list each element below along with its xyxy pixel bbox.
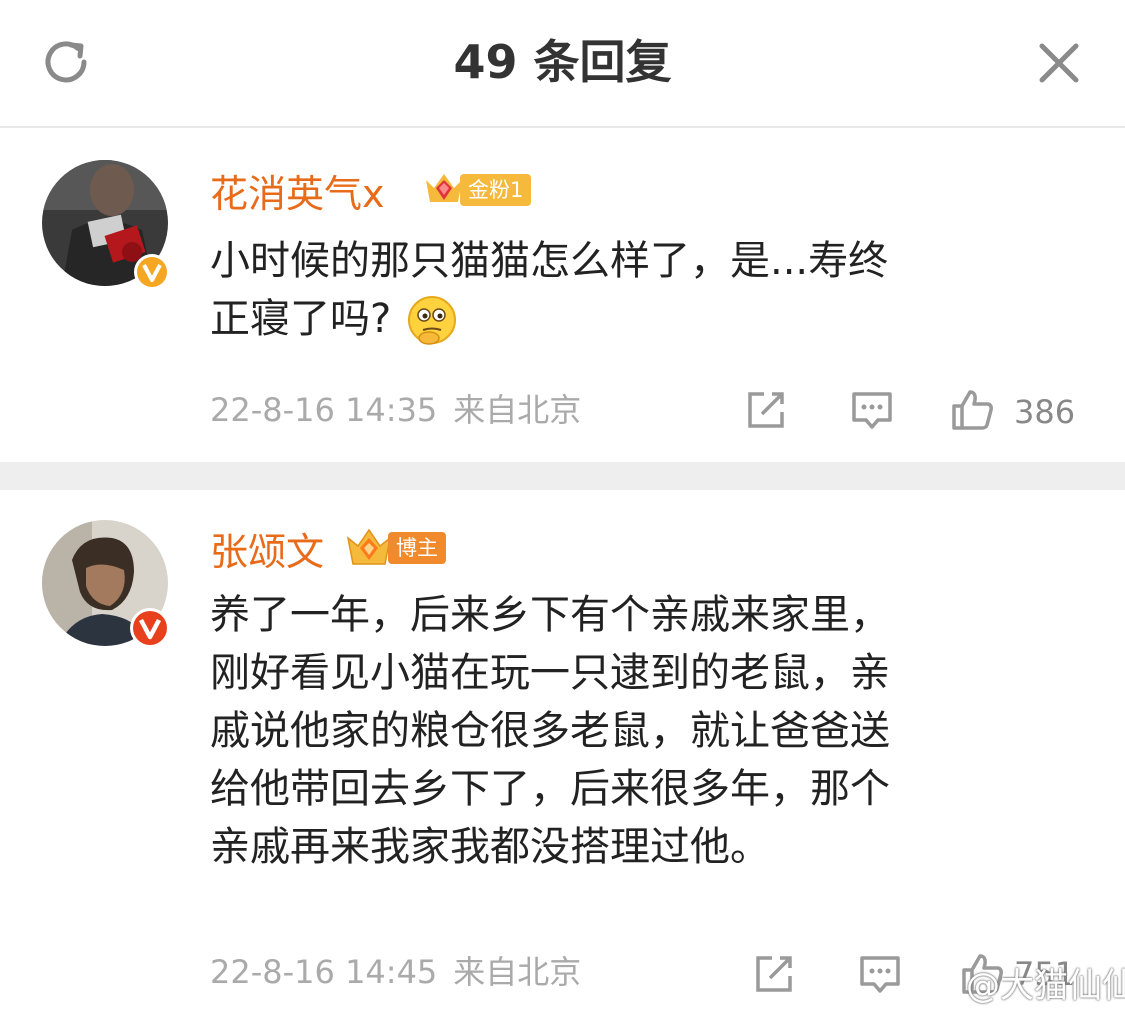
comment-line-with-emoji: 正寝了吗?: [210, 290, 1050, 348]
close-icon[interactable]: [1036, 40, 1082, 86]
reply-header: 49 条回复: [0, 0, 1125, 128]
verified-v-icon: [134, 254, 170, 290]
forward-icon[interactable]: [752, 952, 796, 996]
location: 来自北京: [453, 953, 582, 991]
comment-line: 刚好看见小猫在玩一只逮到的老鼠，亲: [210, 650, 890, 696]
comment-text: 养了一年，后来乡下有个亲戚来家里， 刚好看见小猫在玩一只逮到的老鼠，亲 戚说他家…: [210, 586, 1050, 876]
comment-icon[interactable]: [850, 388, 894, 432]
thinking-emoji-icon: [408, 296, 457, 345]
comment-line: 养了一年，后来乡下有个亲戚来家里，: [210, 592, 890, 638]
badge-label: 博主: [388, 532, 446, 564]
timestamp: 22-8-16 14:35: [210, 391, 438, 429]
comment-icon[interactable]: [858, 952, 902, 996]
comment-meta: 22-8-16 14:45 来自北京: [210, 952, 581, 992]
verified-v-icon: [130, 608, 170, 648]
crown-diamond-icon: [346, 528, 392, 565]
comment-line: 正寝了吗?: [210, 296, 392, 342]
like-count: 386: [1014, 393, 1076, 431]
weibo-logo-icon: [923, 975, 961, 1002]
comment-item: 花消英气x 金粉1 小时候的那只猫猫怎么样了，是...寿终 正寝了吗? 22-8…: [0, 128, 1125, 462]
forward-icon[interactable]: [744, 388, 788, 432]
watermark-text: @大猫仙仙: [966, 966, 1125, 1006]
comment-line: 戚说他家的粮仓很多老鼠，就让爸爸送: [210, 708, 890, 754]
page-title: 49 条回复: [453, 35, 672, 89]
comment-line: 小时候的那只猫猫怎么样了，是...寿终: [210, 238, 889, 284]
comment-line: 给他带回去乡下了，后来很多年，那个: [210, 766, 890, 812]
watermark: @大猫仙仙: [922, 966, 1125, 1006]
comment-line: 亲戚再来我家我都没搭理过他。: [210, 824, 770, 870]
location: 来自北京: [453, 391, 582, 429]
username[interactable]: 张颂文: [210, 528, 324, 576]
badge-label: 金粉1: [460, 174, 532, 206]
comment-text: 小时候的那只猫猫怎么样了，是...寿终 正寝了吗?: [210, 232, 1050, 348]
username[interactable]: 花消英气x: [210, 170, 385, 218]
comment-meta: 22-8-16 14:35 来自北京: [210, 390, 581, 430]
timestamp: 22-8-16 14:45: [210, 953, 438, 991]
section-divider: [0, 462, 1125, 490]
like-icon[interactable]: [950, 388, 994, 432]
comment-item: 张颂文 博主 养了一年，后来乡下有个亲戚来家里， 刚好看见小猫在玩一只逮到的老鼠…: [0, 490, 1125, 1014]
